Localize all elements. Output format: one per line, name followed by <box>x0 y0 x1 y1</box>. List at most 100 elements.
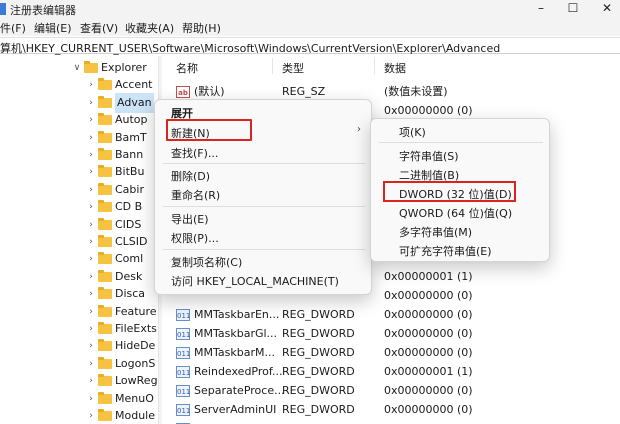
menu-file[interactable]: 件(F) <box>0 20 26 36</box>
value-name: MMTaskbarGl... <box>194 327 278 340</box>
table-row[interactable]: 011ShellMigration...REG_DWORD0x00000003 … <box>164 419 620 424</box>
menu-separator <box>379 142 543 143</box>
highlight-box-new <box>166 119 252 141</box>
value-name: ShellMigration... <box>194 419 283 424</box>
chevron-right-icon[interactable]: › <box>86 406 96 424</box>
menu-separator <box>163 249 365 250</box>
menu-item-rename[interactable]: 重命名(R) <box>171 187 220 203</box>
folder-icon <box>98 235 112 247</box>
value-type: REG_DWORD <box>282 365 355 378</box>
folder-icon <box>98 252 112 265</box>
address-path[interactable]: 算机\HKEY_CURRENT_USER\Software\Microsoft\… <box>0 40 500 56</box>
menu-item-permissions[interactable]: 权限(P)... <box>171 230 219 246</box>
dword-value-icon: 011 <box>176 328 190 340</box>
value-type: REG_DWORD <box>282 308 355 321</box>
value-data: (数值未设置) <box>384 85 448 98</box>
column-header-type[interactable]: 类型 <box>282 60 304 76</box>
tree-item[interactable]: › Module <box>0 406 158 424</box>
key-tree[interactable]: ∨ Explorer › Accent › Advan › Autop › BamT › Bann › B… <box>0 56 158 424</box>
folder-icon <box>98 165 112 178</box>
value-name: MMTaskbarEn... <box>194 308 280 321</box>
value-data: 0x00000000 (0) <box>384 327 473 340</box>
menu-item-delete[interactable]: 删除(D) <box>171 168 210 184</box>
value-data: 0x00000000 (0) <box>384 308 473 321</box>
menu-bar: 件(F) 编辑(E) 查看(V) 收藏夹(A) 帮助(H) <box>0 18 620 36</box>
value-type: REG_DWORD <box>282 384 355 397</box>
dword-value-icon: 011 <box>176 347 190 359</box>
submenu-item-key[interactable]: 项(K) <box>399 124 426 140</box>
value-data: 0x00000000 (0) <box>384 403 473 416</box>
folder-icon <box>98 113 112 126</box>
folder-icon <box>98 217 112 230</box>
dword-value-icon: 011 <box>176 309 190 321</box>
folder-icon <box>98 287 112 300</box>
folder-icon <box>98 148 112 160</box>
submenu-item-expandable-string[interactable]: 可扩充字符串值(E) <box>399 243 492 259</box>
value-name: ReindexedProf... <box>194 365 283 378</box>
submenu-item-multi-string[interactable]: 多字符串值(M) <box>399 224 472 240</box>
folder-icon <box>84 61 98 73</box>
maximize-button[interactable]: ☐ <box>556 0 590 18</box>
folder-icon <box>98 409 112 421</box>
menu-item-visit-hklm[interactable]: 访问 HKEY_LOCAL_MACHINE(T) <box>171 273 339 289</box>
menu-view[interactable]: 查看(V) <box>80 20 118 36</box>
folder-icon <box>98 304 112 317</box>
value-type: REG_DWORD <box>282 403 355 416</box>
menu-separator <box>163 163 365 164</box>
value-type: REG_DWORD <box>282 419 355 424</box>
value-data: 0x00000000 (0) <box>384 384 473 397</box>
table-row[interactable]: 011 ServerAdminUI REG_DWORD 0x00000000 (0) <box>164 400 620 419</box>
table-row[interactable]: 011 ReindexedProf... REG_DWORD 0x00000001 (… <box>164 362 620 381</box>
value-name: MMTaskbarM... <box>194 346 275 359</box>
string-value-icon: ab <box>176 86 190 98</box>
folder-icon <box>98 130 112 143</box>
folder-icon <box>98 374 112 387</box>
menu-item-export[interactable]: 导出(E) <box>171 211 209 227</box>
menu-edit[interactable]: 编辑(E) <box>34 20 72 36</box>
submenu-arrow-icon: › <box>357 124 361 135</box>
column-divider[interactable] <box>272 58 273 74</box>
value-data: 0x00000001 (1) <box>384 270 473 283</box>
dword-value-icon: 011 <box>176 385 190 397</box>
column-header-data[interactable]: 数据 <box>384 60 406 76</box>
value-name: ServerAdminUI <box>194 403 277 416</box>
table-row[interactable]: 011 SeparateProce... REG_DWORD 0x00000000 (… <box>164 381 620 400</box>
folder-icon <box>98 269 112 282</box>
highlight-box-dword <box>383 181 516 202</box>
minimize-button[interactable]: – <box>524 0 558 18</box>
folder-icon <box>98 322 112 334</box>
column-header-name[interactable]: 名称 <box>176 60 198 76</box>
table-row[interactable]: 011 MMTaskbarM... REG_DWORD 0x00000000 (0) <box>164 343 620 362</box>
window-title: 注册表编辑器 <box>10 4 76 17</box>
value-name: SeparateProce... <box>194 384 285 397</box>
value-data: 0x00000000 (0) <box>384 346 473 359</box>
folder-icon <box>98 356 112 369</box>
value-data: 0x00000000 (0) <box>384 289 473 302</box>
folder-icon <box>98 391 112 404</box>
folder-icon <box>98 339 112 352</box>
regedit-app-icon <box>0 3 6 15</box>
table-row[interactable]: 011 MMTaskbarEn... REG_DWORD 0x00000000 (0) <box>164 305 620 324</box>
address-bar[interactable]: 算机\HKEY_CURRENT_USER\Software\Microsoft\… <box>0 37 620 56</box>
value-type: REG_DWORD <box>282 327 355 340</box>
menu-favorites[interactable]: 收藏夹(A) <box>125 20 174 36</box>
title-bar: 注册表编辑器 – ☐ ✕ <box>0 0 620 18</box>
menu-help[interactable]: 帮助(H) <box>182 20 221 36</box>
column-divider[interactable] <box>374 58 375 74</box>
menu-item-copy-key-name[interactable]: 复制项名称(C) <box>171 254 242 270</box>
dword-value-icon: 011 <box>176 366 190 378</box>
value-type: REG_DWORD <box>282 346 355 359</box>
table-row[interactable]: 011 MMTaskbarGl... REG_DWORD 0x00000000 (0) <box>164 324 620 343</box>
menu-item-find[interactable]: 查找(F)... <box>171 145 218 161</box>
submenu-item-string[interactable]: 字符串值(S) <box>399 148 459 164</box>
submenu-item-qword[interactable]: QWORD (64 位)值(Q) <box>399 205 512 221</box>
menu-separator <box>163 206 365 207</box>
folder-icon <box>98 95 112 108</box>
folder-icon <box>98 78 112 91</box>
dword-value-icon: 011 <box>176 404 190 416</box>
value-data: 0x00000001 (1) <box>384 365 473 378</box>
folder-icon <box>98 200 112 213</box>
value-data: 0x00000003 (3) <box>384 419 473 424</box>
close-button[interactable]: ✕ <box>590 0 620 18</box>
folder-icon <box>98 182 112 195</box>
